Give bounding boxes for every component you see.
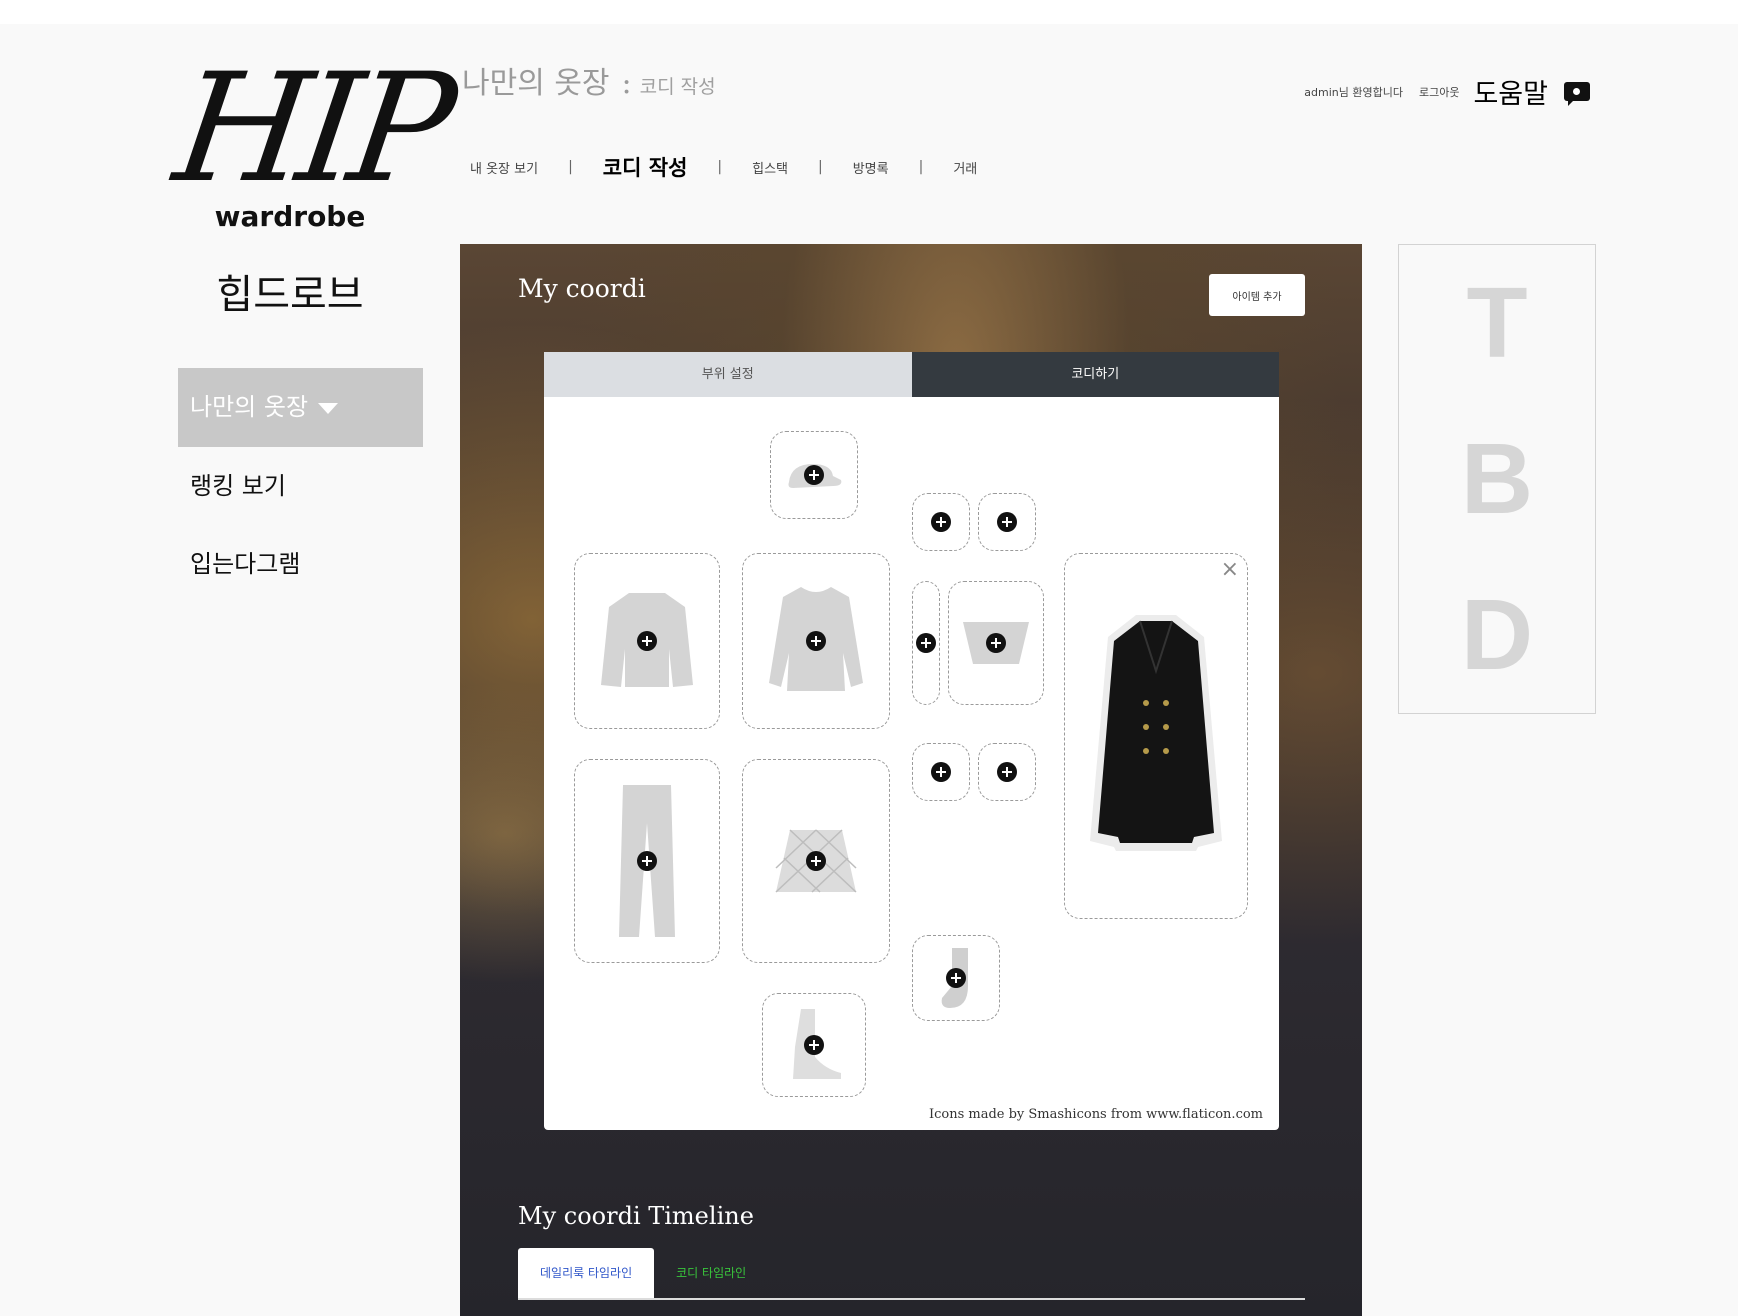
page-title: 나만의 옷장: 코디 작성 [462,58,716,102]
page-title-separator: : [621,66,632,101]
slot-accessory-1[interactable] [912,493,970,551]
plus-circle-icon[interactable] [806,851,826,871]
slot-bag[interactable] [948,581,1044,705]
slot-necklace[interactable] [912,581,940,705]
page: HIP wardrobe 힙드로브 나만의 옷장 랭킹 보기 입는다그램 나만의… [0,24,1738,1316]
slot-outer[interactable]: × [1064,553,1248,919]
logo-mark: HIP [165,42,458,216]
sidebar-item-my-closet[interactable]: 나만의 옷장 [178,368,423,447]
page-title-main: 나만의 옷장 [462,66,610,101]
nav-trade[interactable]: 거래 [953,158,977,177]
tbd-letter: B [1460,423,1534,535]
plus-circle-icon[interactable] [946,968,966,988]
sidebar-item-label: 입는다그램 [190,550,301,578]
plus-circle-icon[interactable] [806,631,826,651]
plus-circle-icon[interactable] [637,631,657,651]
coordi-panel: My coordi 아이템 추가 부위 설정 코디하기 × Icons made… [460,244,1362,1316]
timeline-tabs: 데일리룩 타임라인 코디 타임라인 [518,1248,1305,1300]
logo-subtitle: wardrobe [214,200,366,233]
coat-image [1090,615,1222,851]
nav-divider: | [568,159,573,175]
plus-circle-icon[interactable] [997,512,1017,532]
greeting-text: admin님 환영합니다 [1304,85,1403,99]
nav-hipstack[interactable]: 힙스택 [752,158,788,177]
nav-my-closet[interactable]: 내 옷장 보기 [470,158,538,177]
tab-daily-timeline[interactable]: 데일리룩 타임라인 [518,1248,655,1298]
icon-credit: Icons made by Smashicons from www.flatic… [928,1107,1263,1122]
nav-divider: | [818,159,823,175]
plus-circle-icon[interactable] [804,1035,824,1055]
tbd-letter: D [1460,579,1534,691]
tab-coordi-timeline[interactable]: 코디 타임라인 [654,1248,768,1298]
help-link[interactable]: 도움말 [1473,72,1548,111]
tbd-box: T B D [1398,244,1596,714]
nav-write-coordi[interactable]: 코디 작성 [603,152,688,182]
plus-circle-icon[interactable] [931,762,951,782]
slot-ring-2[interactable] [978,743,1036,801]
plus-circle-icon[interactable] [637,851,657,871]
slot-ring-1[interactable] [912,743,970,801]
panel-title: My coordi [518,274,646,303]
sidebar: 나만의 옷장 랭킹 보기 입는다그램 [178,368,423,603]
slot-hat[interactable] [770,431,858,519]
sidebar-item-label: 나만의 옷장 [190,393,309,421]
slot-pants[interactable] [574,759,720,963]
slot-accessory-2[interactable] [978,493,1036,551]
slot-shoes[interactable] [762,993,866,1097]
sidebar-item-ranking[interactable]: 랭킹 보기 [178,447,423,525]
plus-circle-icon[interactable] [997,762,1017,782]
top-nav: 내 옷장 보기 | 코디 작성 | 힙스택 | 방명록 | 거래 [470,152,977,182]
add-item-button[interactable]: 아이템 추가 [1209,274,1305,316]
tab-coordi[interactable]: 코디하기 [911,352,1279,397]
slot-skirt[interactable] [742,759,890,963]
close-icon[interactable]: × [1221,557,1239,582]
plus-circle-icon[interactable] [804,465,824,485]
slot-socks[interactable] [912,935,1000,1021]
chat-icon[interactable] [1564,82,1590,106]
nav-divider: | [717,159,723,175]
nav-divider: | [918,159,924,175]
sidebar-item-ootd-gram[interactable]: 입는다그램 [178,525,423,603]
plus-circle-icon[interactable] [986,633,1006,653]
nav-guestbook[interactable]: 방명록 [853,158,889,177]
page-title-sub: 코디 작성 [639,76,716,98]
logo-korean: 힙드로브 [216,272,364,318]
tbd-letter: T [1466,267,1528,379]
tab-part-settings[interactable]: 부위 설정 [544,352,912,397]
coordi-canvas: × Icons made by Smashicons from www.flat… [544,397,1279,1130]
slot-jacket[interactable] [574,553,720,729]
user-area: admin님 환영합니다 로그아웃 도움말 [1288,72,1590,111]
logout-link[interactable]: 로그아웃 [1419,84,1459,100]
plus-circle-icon[interactable] [916,633,936,653]
plus-circle-icon[interactable] [931,512,951,532]
timeline-title: My coordi Timeline [518,1202,754,1230]
slot-top[interactable] [742,553,890,729]
sidebar-item-label: 랭킹 보기 [190,472,286,500]
caret-down-icon [318,402,339,414]
coordi-tabs: 부위 설정 코디하기 [544,352,1279,397]
